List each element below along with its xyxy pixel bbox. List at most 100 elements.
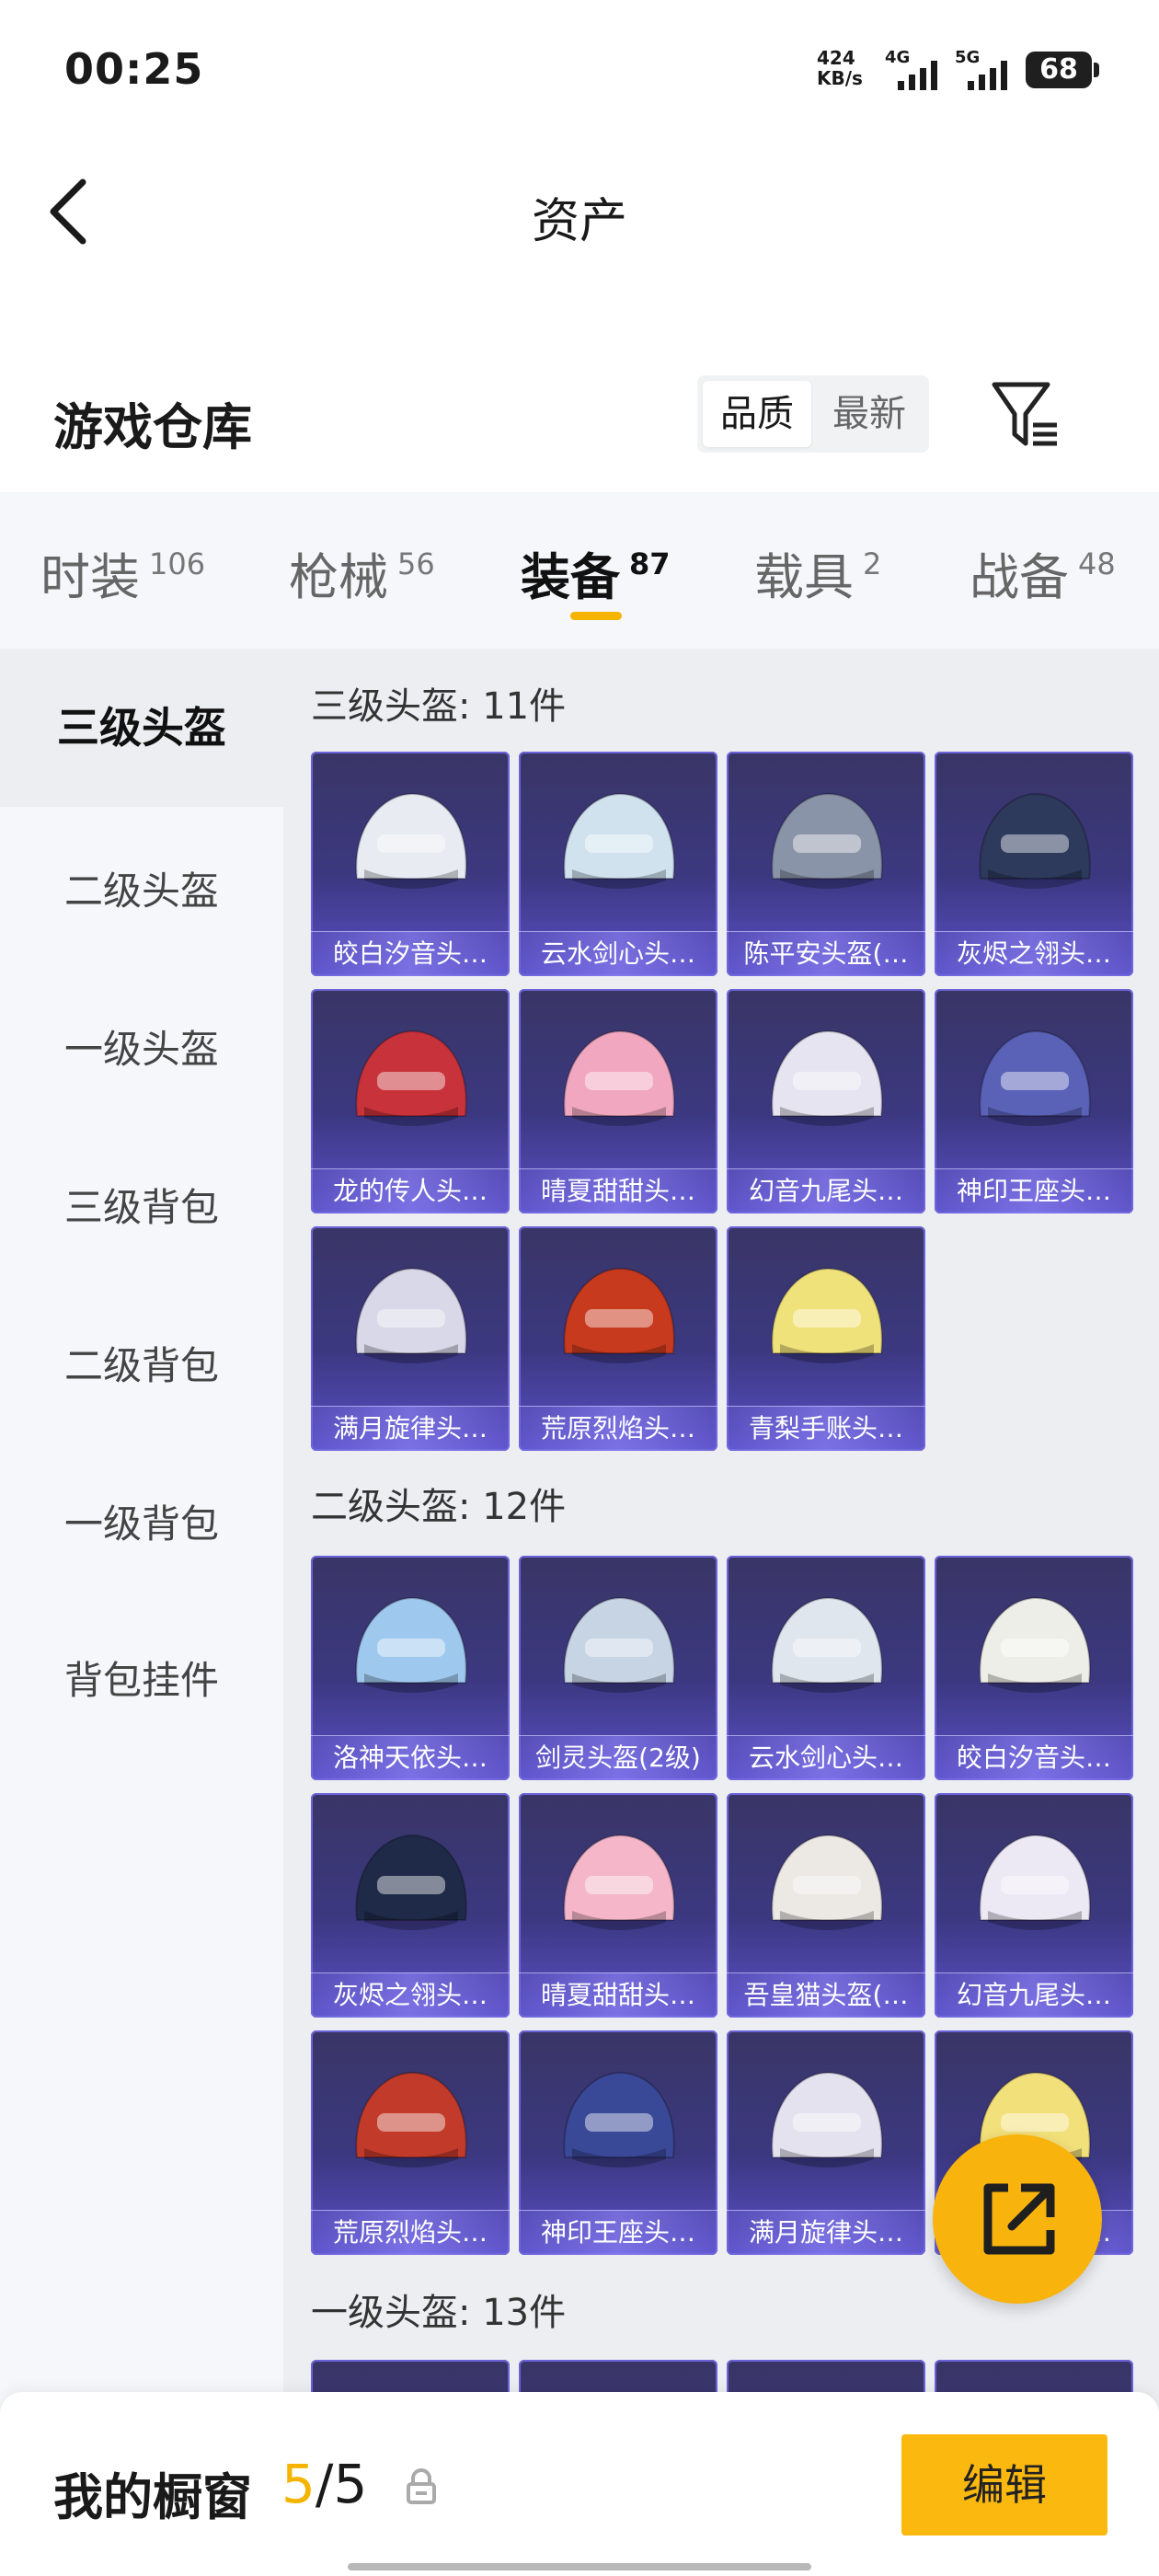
item-name: 青梨手账头… <box>727 1406 925 1451</box>
showcase-count-total: /5 <box>315 2453 368 2515</box>
filter-button[interactable] <box>989 379 1062 453</box>
sort-toggle: 品质 最新 <box>697 375 929 453</box>
item-card[interactable]: 剑灵头盔(2级) <box>519 1556 717 1780</box>
item-card[interactable]: 云水剑心头… <box>519 752 717 976</box>
item-name: 云水剑心头… <box>727 1735 925 1780</box>
item-card[interactable]: 神印王座头… <box>935 989 1133 1213</box>
sort-quality-button[interactable]: 品质 <box>703 381 811 447</box>
helmet-image <box>563 1834 675 1930</box>
showcase-count-current: 5 <box>281 2453 316 2515</box>
item-card[interactable]: 满月旋律头… <box>727 2030 925 2255</box>
item-name: 洛神天依头… <box>311 1735 510 1780</box>
item-card[interactable]: 神印王座头… <box>519 2030 717 2255</box>
helmet-image <box>355 1267 467 1363</box>
sidebar-item-level2-helmet[interactable]: 二级头盔 <box>0 840 283 943</box>
helmet-image <box>771 1267 883 1363</box>
tab-supplies[interactable]: 战备 48 <box>970 536 1116 609</box>
item-card[interactable]: 陈平安头盔(… <box>727 752 925 976</box>
item-name: 满月旋律头… <box>311 1406 510 1451</box>
item-card[interactable]: 荒原烈焰头… <box>519 1226 717 1451</box>
signal-4g-icon: 4G <box>885 48 949 94</box>
item-name: 荒原烈焰头… <box>311 2210 510 2255</box>
helmet-image <box>563 1029 675 1126</box>
sort-latest-button[interactable]: 最新 <box>815 381 924 447</box>
item-name: 晴夏甜甜头… <box>519 1972 717 2018</box>
helmet-image <box>355 1834 467 1930</box>
item-name: 灰烬之翎头… <box>311 1972 510 2018</box>
item-card[interactable]: 皎白汐音头… <box>311 752 510 976</box>
tab-equipment[interactable]: 装备 87 <box>521 536 671 609</box>
item-name: 满月旋律头… <box>727 2210 925 2255</box>
active-tab-indicator <box>570 612 622 620</box>
showcase-label: 我的橱窗 <box>53 2468 252 2526</box>
showcase-bar: 我的橱窗 5/5 编辑 <box>0 2392 1159 2576</box>
item-card[interactable]: 青梨手账头… <box>727 1226 925 1451</box>
tab-firearms[interactable]: 枪械 56 <box>289 536 435 609</box>
item-card[interactable]: 皎白汐音头… <box>935 1556 1133 1780</box>
filter-icon <box>992 382 1057 446</box>
helmet-image <box>563 2071 675 2168</box>
item-card[interactable]: 灰烬之翎头… <box>311 1793 510 2018</box>
edit-showcase-button[interactable]: 编辑 <box>901 2434 1107 2536</box>
network-speed-value: 424 <box>817 47 855 69</box>
item-name: 云水剑心头… <box>519 931 717 976</box>
item-name: 皎白汐音头… <box>935 1735 1133 1780</box>
sidebar-item-level1-backpack[interactable]: 一级背包 <box>0 1473 283 1576</box>
item-name: 幻音九尾头… <box>727 1168 925 1213</box>
sidebar-item-level2-backpack[interactable]: 二级背包 <box>0 1315 283 1418</box>
item-name: 陈平安头盔(… <box>727 931 925 976</box>
clock: 00:25 <box>64 44 204 94</box>
tab-vehicles[interactable]: 载具 2 <box>754 536 881 609</box>
item-card[interactable]: 洛神天依头… <box>311 1556 510 1780</box>
status-bar: 00:25 424 KB/s 4G 5G 68 <box>0 0 1159 138</box>
helmet-image <box>355 1596 467 1693</box>
item-card[interactable]: 幻音九尾头… <box>727 989 925 1213</box>
sidebar-item-level3-helmet[interactable]: 三级头盔 <box>0 649 283 807</box>
home-indicator[interactable] <box>348 2563 811 2570</box>
item-card[interactable]: 灰烬之翎头… <box>935 752 1133 976</box>
item-name: 幻音九尾头… <box>935 1972 1133 2018</box>
network-speed-unit: KB/s <box>817 67 863 89</box>
helmet-image <box>355 1029 467 1126</box>
share-button[interactable] <box>933 2134 1102 2304</box>
item-name: 神印王座头… <box>519 2210 717 2255</box>
sidebar-item-level1-helmet[interactable]: 一级头盔 <box>0 998 283 1101</box>
item-name: 灰烬之翎头… <box>935 931 1133 976</box>
helmet-image <box>563 1596 675 1693</box>
item-card[interactable]: 满月旋律头… <box>311 1226 510 1451</box>
helmet-image <box>771 1834 883 1930</box>
battery-icon: 68 <box>1026 52 1099 88</box>
category-tabs: 时装 106 枪械 56 装备 87 载具 2 战备 48 <box>0 492 1159 649</box>
showcase-count: 5/5 <box>281 2453 367 2515</box>
item-card[interactable]: 晴夏甜甜头… <box>519 1793 717 2018</box>
sidebar-item-backpack-charm[interactable]: 背包挂件 <box>0 1629 283 1732</box>
item-card[interactable]: 荒原烈焰头… <box>311 2030 510 2255</box>
helmet-image <box>771 1596 883 1693</box>
helmet-image <box>979 1834 1091 1930</box>
helmet-image <box>771 1029 883 1126</box>
section-title-level2-helmet: 二级头盔: 12件 <box>311 1486 567 1528</box>
helmet-image <box>979 1596 1091 1693</box>
item-card[interactable]: 云水剑心头… <box>727 1556 925 1780</box>
warehouse-title: 游戏仓库 <box>53 398 252 456</box>
helmet-image <box>979 1029 1091 1126</box>
page-title: 资产 <box>531 194 627 249</box>
lock-icon <box>407 2468 436 2504</box>
helmet-image <box>979 792 1091 889</box>
helmet-image <box>563 1267 675 1363</box>
helmet-image <box>355 792 467 889</box>
item-card[interactable]: 龙的传人头… <box>311 989 510 1213</box>
item-name: 皎白汐音头… <box>311 931 510 976</box>
helmet-image <box>771 2071 883 2168</box>
item-name: 龙的传人头… <box>311 1168 510 1213</box>
sidebar-item-level3-backpack[interactable]: 三级背包 <box>0 1156 283 1259</box>
helmet-image <box>355 2071 467 2168</box>
item-card[interactable]: 幻音九尾头… <box>935 1793 1133 2018</box>
helmet-image <box>771 792 883 889</box>
item-card[interactable]: 晴夏甜甜头… <box>519 989 717 1213</box>
network-speed: 424 KB/s <box>817 48 881 88</box>
section-title-level1-helmet: 一级头盔: 13件 <box>311 2292 567 2334</box>
tab-fashion[interactable]: 时装 106 <box>40 536 205 609</box>
item-card[interactable]: 吾皇猫头盔(… <box>727 1793 925 2018</box>
section-title-level3-helmet: 三级头盔: 11件 <box>311 685 567 728</box>
